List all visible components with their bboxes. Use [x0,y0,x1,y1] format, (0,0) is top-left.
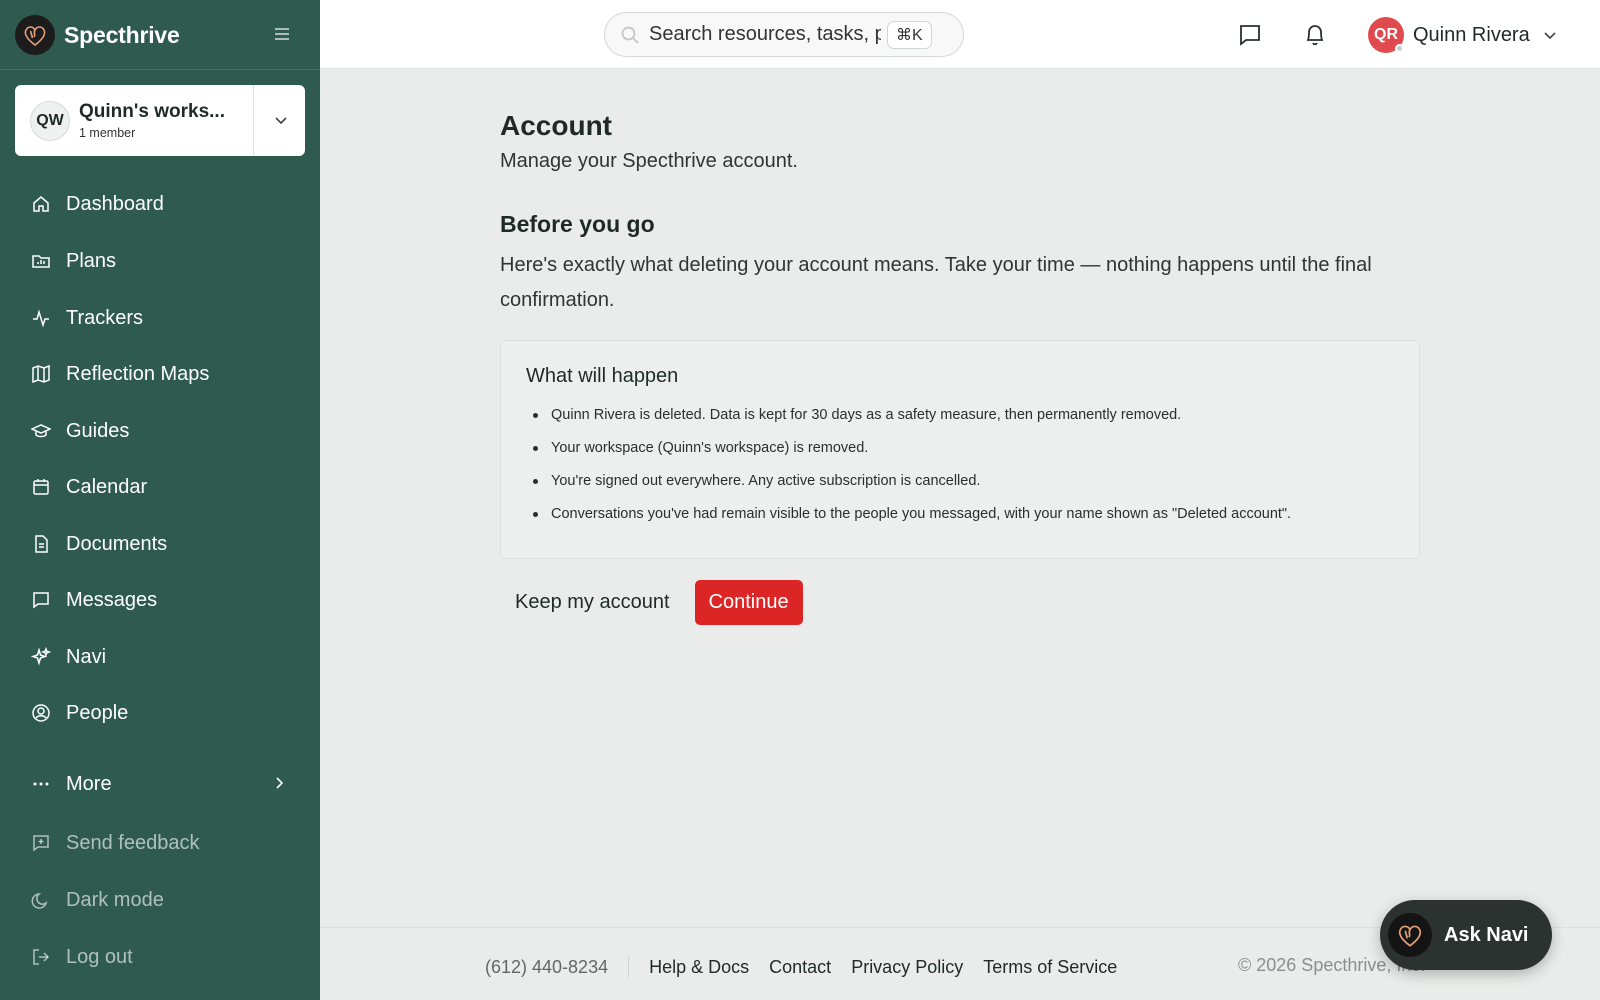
continue-button[interactable]: Continue [694,580,803,625]
ellipsis-icon [30,773,52,795]
heart-brain-logo-icon [1388,913,1432,957]
sidebar-item-send-feedback[interactable]: Send feedback [0,821,320,865]
graduation-cap-icon [30,420,52,442]
sidebar-item-label: Send feedback [66,831,200,854]
sidebar-item-label: Navi [66,645,107,668]
search-input[interactable] [649,23,881,46]
footer-link-terms[interactable]: Terms of Service [983,957,1117,978]
workspace-name: Quinn's works... [79,101,225,122]
footer: (612) 440-8234 Help & Docs Contact Priva… [485,955,1137,979]
sidebar-item-documents[interactable]: Documents [0,522,320,566]
search-shortcut-badge: ⌘K [887,20,932,49]
list-item: Conversations you've had remain visible … [526,505,1394,538]
sidebar-item-label: Dashboard [66,192,164,215]
search-box[interactable]: ⌘K [604,12,964,57]
sidebar-item-people[interactable]: People [0,691,320,735]
home-icon [30,193,52,215]
sidebar-item-label: Dark mode [66,888,164,911]
list-item: Your workspace (Quinn's workspace) is re… [526,439,1394,472]
user-circle-icon [30,702,52,724]
main-content: Account Manage your Specthrive account. … [500,110,1420,625]
sidebar-item-dashboard[interactable]: Dashboard [0,182,320,226]
sidebar-item-label: More [66,772,112,795]
sidebar-item-label: Guides [66,419,130,442]
sidebar-item-guides[interactable]: Guides [0,409,320,453]
sidebar-item-messages[interactable]: Messages [0,578,320,622]
chevron-right-icon [270,774,288,792]
user-menu[interactable]: QR Quinn Rivera [1368,17,1558,53]
menu-toggle-icon[interactable] [272,24,292,44]
calendar-icon [30,476,52,498]
heart-brain-logo-icon [15,15,55,55]
avatar-initials: QR [1374,26,1398,43]
feedback-icon [30,832,52,854]
moon-icon [30,889,52,911]
document-icon [30,533,52,555]
chat-icon[interactable] [1237,22,1263,48]
sidebar-item-label: People [66,701,129,724]
sidebar-item-plans[interactable]: Plans [0,239,320,283]
workspace-avatar: QW [30,100,70,141]
log-out-icon [30,946,52,968]
sidebar-item-label: Messages [66,588,158,611]
sidebar-divider [0,69,320,70]
brand-name: Specthrive [64,21,180,48]
workspace-divider [253,85,254,156]
ask-navi-button[interactable]: Ask Navi [1380,900,1552,970]
sidebar-item-label: Documents [66,532,168,555]
brand[interactable]: Specthrive [15,15,180,55]
footer-phone[interactable]: (612) 440-8234 [485,957,608,978]
sidebar-item-navi[interactable]: Navi [0,635,320,679]
sidebar-item-label: Log out [66,945,133,968]
map-icon [30,363,52,385]
consequences-box: What will happen Quinn Rivera is deleted… [500,340,1420,559]
section-title: Before you go [500,211,655,237]
search-icon [619,24,641,46]
keep-account-button[interactable]: Keep my account [500,582,685,623]
box-title: What will happen [526,365,679,387]
message-icon [30,589,52,611]
section-description: Here's exactly what deleting your accoun… [500,254,1372,311]
workspace-member-count: 1 member [79,126,136,140]
sidebar-item-dark-mode[interactable]: Dark mode [0,878,320,922]
chevron-down-icon [1542,27,1558,43]
footer-separator [628,957,630,977]
sidebar-item-trackers[interactable]: Trackers [0,296,320,340]
page-title: Account [500,110,612,141]
footer-link-help[interactable]: Help & Docs [649,957,749,978]
list-item: Quinn Rivera is deleted. Data is kept fo… [526,406,1394,439]
footer-link-contact[interactable]: Contact [769,957,831,978]
presence-dot [1395,44,1404,53]
sidebar-item-more[interactable]: More [0,762,320,806]
activity-icon [30,307,52,329]
ask-navi-label: Ask Navi [1444,923,1529,946]
sidebar-item-calendar[interactable]: Calendar [0,465,320,509]
folder-chart-icon [30,250,52,272]
sidebar-item-log-out[interactable]: Log out [0,935,320,979]
action-row: Keep my account Continue [500,580,1420,625]
user-name: Quinn Rivera [1413,23,1530,46]
sidebar: Specthrive QW Quinn's works... 1 member … [0,0,320,1000]
bell-icon[interactable] [1302,22,1328,48]
list-item: You're signed out everywhere. Any active… [526,472,1394,505]
sidebar-item-label: Trackers [66,306,144,329]
footer-link-privacy[interactable]: Privacy Policy [851,957,963,978]
top-bar: ⌘K QR Quinn Rivera [320,0,1600,69]
sidebar-item-label: Plans [66,249,117,272]
sidebar-item-label: Calendar [66,475,148,498]
chevron-down-icon[interactable] [271,110,291,130]
sidebar-item-reflection-maps[interactable]: Reflection Maps [0,352,320,396]
consequences-list: Quinn Rivera is deleted. Data is kept fo… [526,406,1394,538]
page-subtitle: Manage your Specthrive account. [500,150,798,172]
sparkles-icon [30,646,52,668]
workspace-switcher[interactable]: QW Quinn's works... 1 member [15,85,305,156]
avatar: QR [1368,17,1404,53]
sidebar-item-label: Reflection Maps [66,362,210,385]
